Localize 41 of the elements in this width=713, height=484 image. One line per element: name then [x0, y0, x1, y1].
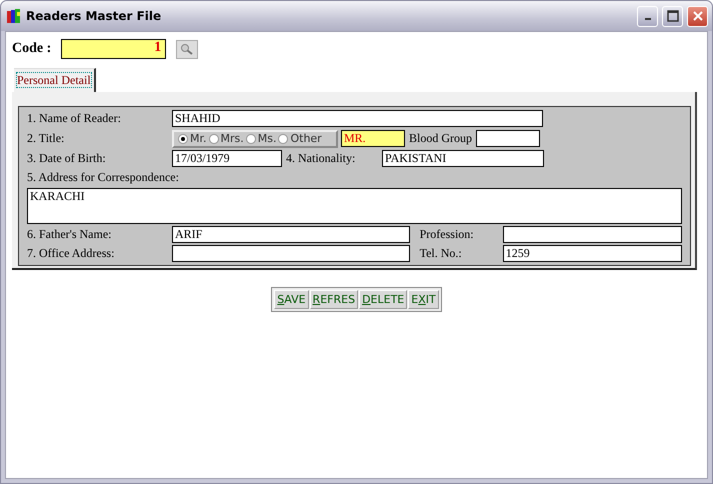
- close-icon: [692, 10, 704, 22]
- maximize-icon: [666, 10, 678, 22]
- radio-button[interactable]: Other: [278, 132, 322, 145]
- code-label: Code :: [12, 41, 52, 57]
- app-icon: [6, 8, 22, 24]
- profession-field[interactable]: [502, 226, 682, 243]
- nationality-field[interactable]: PAKISTANI: [382, 150, 544, 167]
- field-label: 5. Address for Correspondence:: [27, 170, 179, 185]
- name-field[interactable]: SHAHID: [172, 110, 543, 127]
- phone-field[interactable]: 1259: [502, 245, 682, 262]
- field-label: Profession:: [420, 227, 475, 242]
- action-button[interactable]: REFRES: [310, 290, 358, 309]
- minimize-icon: [644, 18, 650, 20]
- action-button[interactable]: EXIT: [408, 290, 439, 309]
- maximize-button[interactable]: [662, 6, 683, 26]
- action-button[interactable]: DELETE: [359, 290, 408, 309]
- close-button[interactable]: [687, 6, 708, 26]
- radio-button[interactable]: Mrs.: [208, 132, 244, 145]
- action-button[interactable]: SAVE: [274, 290, 309, 309]
- search-icon: [180, 43, 194, 55]
- name-field[interactable]: ARIF: [172, 226, 410, 243]
- field-label: 7. Office Address:: [27, 246, 116, 261]
- radio-button[interactable]: Ms.: [246, 132, 276, 145]
- search-button[interactable]: [176, 40, 198, 58]
- field-label: 4. Nationality:: [286, 151, 356, 166]
- address-field[interactable]: [172, 245, 410, 262]
- field-label: Tel. No.:: [420, 246, 463, 261]
- field-label: 3. Date of Birth:: [27, 151, 107, 166]
- code-field[interactable]: 1: [61, 39, 166, 59]
- title-field[interactable]: MR.: [341, 130, 405, 147]
- field-label: 6. Father's Name:: [27, 227, 112, 242]
- field-label: 1. Name of Reader:: [27, 111, 122, 126]
- radio-button[interactable]: Mr.: [178, 132, 206, 145]
- field-label: 2. Title:: [27, 131, 66, 146]
- tab[interactable]: Personal Detail: [14, 68, 96, 92]
- blood-group-field[interactable]: [476, 130, 540, 147]
- field-label: Blood Group: [409, 131, 472, 146]
- minimize-button[interactable]: [637, 6, 658, 26]
- window-title: Readers Master File: [26, 9, 162, 23]
- date-field[interactable]: 17/03/1979: [172, 150, 282, 167]
- address-field[interactable]: KARACHI: [27, 188, 682, 224]
